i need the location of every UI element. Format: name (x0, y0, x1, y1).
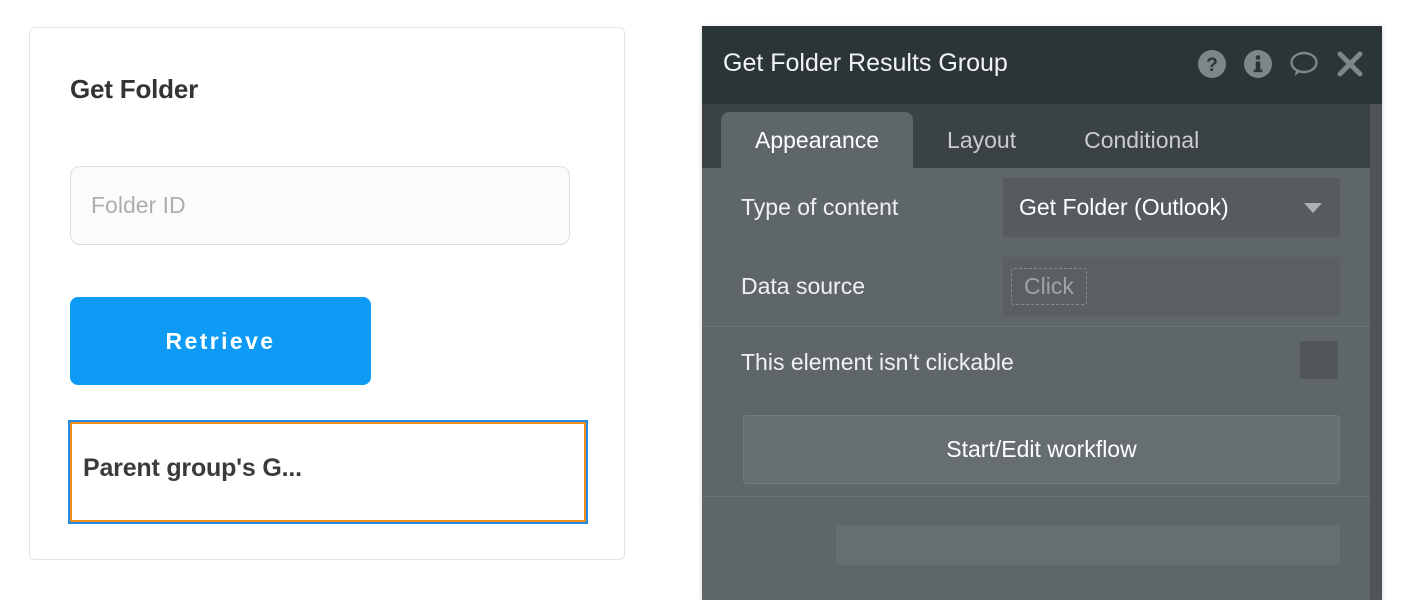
clickable-checkbox[interactable] (1300, 341, 1338, 379)
type-of-content-value: Get Folder (Outlook) (1019, 194, 1229, 220)
panel-header-actions: ? (1197, 49, 1365, 79)
chevron-down-icon (1304, 203, 1322, 213)
type-of-content-row: Type of content Get Folder (Outlook) (702, 168, 1382, 247)
comment-icon[interactable] (1289, 49, 1319, 79)
bottom-partial-control[interactable] (836, 525, 1340, 565)
close-icon[interactable] (1335, 49, 1365, 79)
tab-conditional[interactable]: Conditional (1050, 112, 1233, 168)
info-icon[interactable] (1243, 49, 1273, 79)
type-of-content-label: Type of content (741, 194, 899, 220)
tab-appearance[interactable]: Appearance (721, 112, 914, 168)
bottom-section (702, 497, 1382, 565)
help-icon[interactable]: ? (1197, 49, 1227, 79)
property-editor-panel: Get Folder Results Group ? Appearance La… (702, 26, 1382, 600)
data-source-row: Data source Click (702, 247, 1382, 326)
start-edit-workflow-button[interactable]: Start/Edit workflow (743, 415, 1340, 484)
panel-title: Get Folder Results Group (723, 49, 1008, 77)
clickable-section: This element isn't clickable Start/Edit … (702, 327, 1382, 496)
content-section: Type of content Get Folder (Outlook) Dat… (702, 168, 1382, 326)
page-title: Get Folder (70, 74, 199, 104)
data-source-field[interactable]: Click (1003, 257, 1340, 316)
panel-scrollbar[interactable] (1370, 104, 1382, 600)
clickable-label: This element isn't clickable (741, 349, 1014, 375)
panel-body: Type of content Get Folder (Outlook) Dat… (702, 168, 1382, 600)
app-preview-card: Get Folder Retrieve Parent group's G... (29, 27, 625, 560)
selected-element-selection-ring[interactable]: Parent group's G... (68, 420, 588, 524)
get-folder-results-group[interactable]: Parent group's G... (70, 422, 586, 522)
svg-text:?: ? (1206, 55, 1218, 76)
data-source-click-placeholder[interactable]: Click (1011, 268, 1087, 305)
panel-header: Get Folder Results Group ? (702, 26, 1382, 104)
panel-tab-strip: Appearance Layout Conditional (702, 104, 1382, 168)
clickable-row: This element isn't clickable (702, 327, 1382, 399)
results-group-label: Parent group's G... (83, 454, 302, 482)
data-source-label: Data source (741, 273, 866, 299)
retrieve-button[interactable]: Retrieve (70, 297, 371, 385)
tab-layout[interactable]: Layout (913, 112, 1050, 168)
folder-id-input[interactable] (70, 166, 570, 245)
type-of-content-dropdown[interactable]: Get Folder (Outlook) (1003, 178, 1340, 237)
